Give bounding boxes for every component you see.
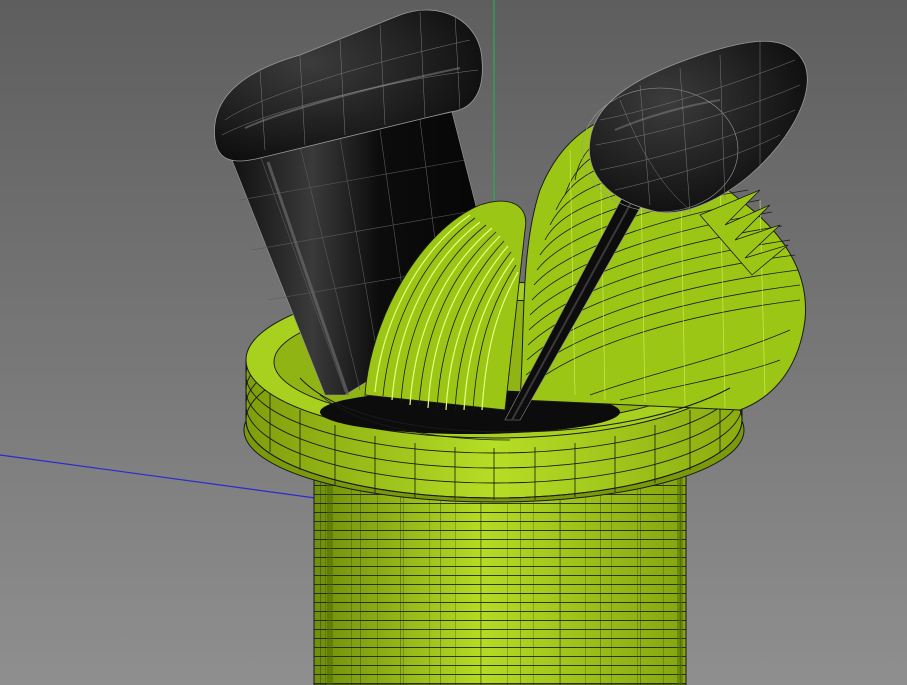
viewport-canvas[interactable] — [0, 0, 907, 685]
3d-viewport[interactable] — [0, 0, 907, 685]
